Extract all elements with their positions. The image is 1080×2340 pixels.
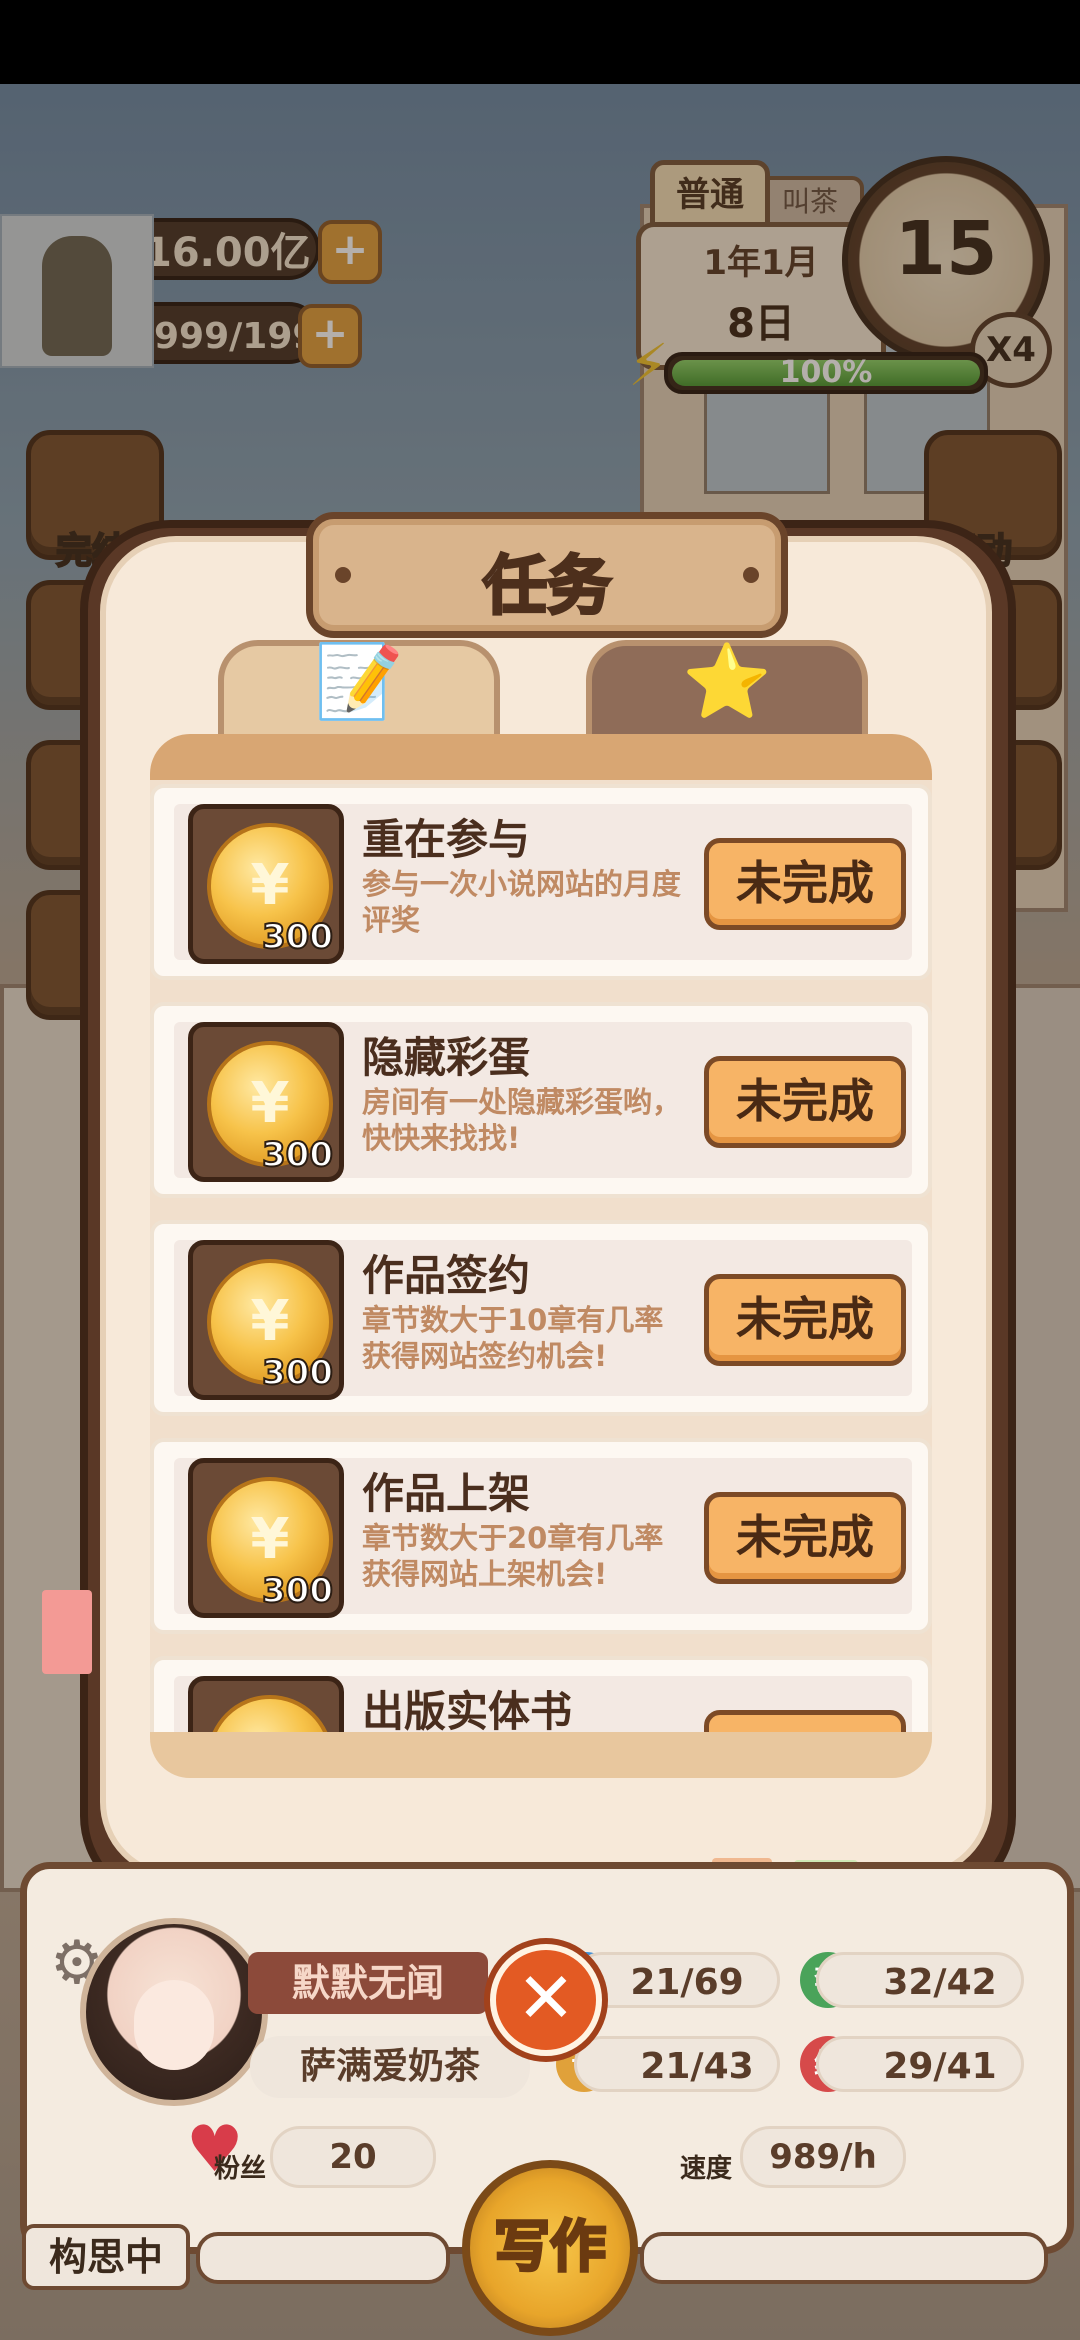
task-description: 参与一次小说网站的月度评奖 xyxy=(362,867,682,937)
coin-icon: ¥ xyxy=(207,1695,333,1732)
speed-value: 989/h xyxy=(740,2126,906,2188)
pen-name: 默默无闻 xyxy=(248,1952,488,2014)
task-card: ¥300 作品上架 章节数大于20章有几率获得网站上架机会! 未完成 xyxy=(150,1438,932,1634)
star-medal-icon: ⭐ xyxy=(682,639,772,723)
fans-label: 粉丝 xyxy=(214,2154,267,2184)
reward-coin-box: ¥ xyxy=(188,1676,344,1732)
task-title: 隐藏彩蛋 xyxy=(362,1033,531,1082)
list-footer-band xyxy=(150,1732,932,1778)
task-card: ¥300 作品签约 章节数大于10章有几率获得网站签约机会! 未完成 xyxy=(150,1220,932,1416)
task-list[interactable]: ¥300 重在参与 参与一次小说网站的月度评奖 未完成 ¥300 隐藏彩蛋 房间有一处隐藏彩… xyxy=(150,780,932,1732)
thinking-progress-left xyxy=(196,2232,450,2284)
reward-amount: 300 xyxy=(261,1352,334,1394)
stat-value-2: 32/42 xyxy=(816,1952,1024,2008)
stat-value-4: 29/41 xyxy=(816,2036,1024,2092)
task-title: 作品上架 xyxy=(362,1469,531,1518)
reward-amount: 300 xyxy=(261,1570,334,1612)
author-avatar[interactable] xyxy=(80,1918,268,2106)
notepad-icon: 📝 xyxy=(314,639,404,723)
list-header-band xyxy=(150,734,932,780)
close-icon: ✕ xyxy=(516,1957,576,2039)
task-status-button[interactable] xyxy=(704,1710,906,1732)
write-button[interactable]: 写作 xyxy=(462,2160,638,2336)
task-description: 房间有一处隐藏彩蛋哟，快快来找找! xyxy=(362,1085,682,1155)
task-status-button[interactable]: 未完成 xyxy=(704,1492,906,1584)
fans-value: 20 xyxy=(270,2126,436,2188)
task-status-button[interactable]: 未完成 xyxy=(704,1274,906,1366)
task-status-button[interactable]: 未完成 xyxy=(704,838,906,930)
task-title: 出版实体书 xyxy=(362,1687,573,1732)
status-bar xyxy=(0,0,1080,84)
thinking-status: 构思中 xyxy=(22,2224,190,2290)
reward-amount: 300 xyxy=(261,1134,334,1176)
reward-coin-box: ¥300 xyxy=(188,1022,344,1182)
task-title: 作品签约 xyxy=(362,1251,531,1300)
reward-coin-box: ¥300 xyxy=(188,804,344,964)
reward-amount: 300 xyxy=(261,916,334,958)
reward-coin-box: ¥300 xyxy=(188,1240,344,1400)
reward-coin-box: ¥300 xyxy=(188,1458,344,1618)
stat-value-1: 21/69 xyxy=(574,1952,780,2008)
thinking-progress-right xyxy=(640,2232,1048,2284)
modal-title: 任务 xyxy=(482,549,613,626)
task-title: 重在参与 xyxy=(362,815,531,864)
task-card: ¥300 隐藏彩蛋 房间有一处隐藏彩蛋哟，快快来找找! 未完成 xyxy=(150,1002,932,1198)
sticky-note xyxy=(42,1590,92,1674)
modal-title-plate: 任务 xyxy=(306,512,788,638)
speed-label: 速度 xyxy=(680,2154,733,2184)
task-description: 章节数大于20章有几率获得网站上架机会! xyxy=(362,1521,664,1591)
close-modal-button[interactable]: ✕ xyxy=(490,1944,602,2056)
author-name: 萨满爱奶茶 xyxy=(250,2036,530,2098)
task-card: ¥300 重在参与 参与一次小说网站的月度评奖 未完成 xyxy=(150,784,932,980)
task-description: 章节数大于10章有几率获得网站签约机会! xyxy=(362,1303,664,1373)
task-status-button[interactable]: 未完成 xyxy=(704,1056,906,1148)
task-card: ¥ 出版实体书 xyxy=(150,1656,932,1732)
stat-value-3: 21/43 xyxy=(574,2036,780,2092)
